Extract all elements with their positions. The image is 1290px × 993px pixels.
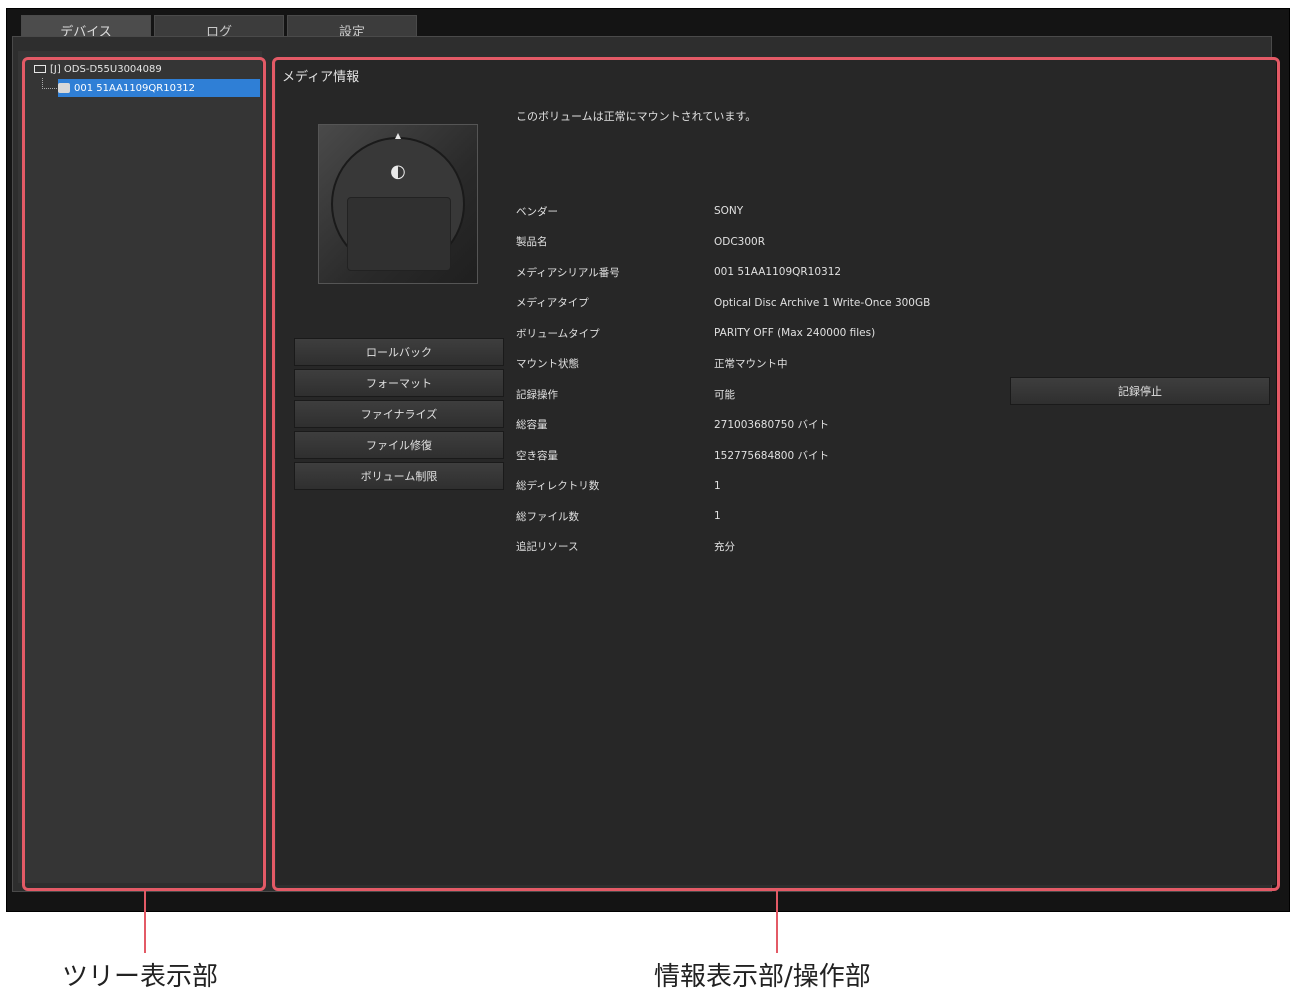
property-row: 製品名 ODC300R [516,227,1194,258]
property-row: メディアタイプ Optical Disc Archive 1 Write-Once… [516,288,1194,319]
property-label: 総ディレクトリ数 [516,480,600,493]
cartridge-window [347,197,451,271]
disc-logo-icon: ◐ [390,161,406,182]
property-value: 正常マウント中 [714,358,788,371]
mount-status-message: このボリュームは正常にマウントされています。 [516,110,757,123]
property-label: 総ファイル数 [516,510,579,523]
section-title: メディア情報 [282,70,360,85]
property-value: 充分 [714,541,735,554]
property-row: 総容量 271003680750 バイト [516,410,1194,441]
finalize-button[interactable]: ファイナライズ [294,400,504,428]
tree-pane [18,51,262,883]
property-value: 271003680750 バイト [714,419,830,432]
property-value: SONY [714,205,744,218]
property-label: メディアシリアル番号 [516,266,620,279]
cartridge-notch-icon [395,133,401,139]
property-row: 空き容量 152775684800 バイト [516,440,1194,471]
property-value: Optical Disc Archive 1 Write-Once 300GB [714,296,931,309]
property-row: 追記リソース 充分 [516,532,1194,563]
file-repair-button[interactable]: ファイル修復 [294,431,504,459]
property-label: マウント状態 [516,358,579,371]
operation-buttons: ロールバック フォーマット ファイナライズ ファイル修復 ボリューム制限 [294,338,504,493]
tree-connector [42,78,59,89]
property-row: 総ディレクトリ数 1 [516,471,1194,502]
disc-icon [58,83,70,93]
media-cartridge-image: ◐ [318,124,478,284]
drive-icon [34,65,46,73]
property-value: 001 51AA1109QR10312 [714,266,842,279]
property-row: ボリュームタイプ PARITY OFF (Max 240000 files) [516,318,1194,349]
tree-node-drive-label: [J] ODS-D55U3004089 [50,63,162,75]
property-label: 追記リソース [516,541,579,554]
tree-callout-line [144,891,146,953]
property-label: 総容量 [516,419,548,432]
tree-node-media-label: 001 51AA1109QR10312 [74,82,196,94]
property-value: ODC300R [714,235,766,248]
property-label: ベンダー [516,205,558,218]
rollback-button[interactable]: ロールバック [294,338,504,366]
property-label: 空き容量 [516,449,558,462]
tree-node-drive[interactable]: [J] ODS-D55U3004089 [34,60,162,78]
property-label: 製品名 [516,236,548,249]
info-callout-line [776,891,778,953]
property-label: メディアタイプ [516,297,589,310]
property-value: 1 [714,510,721,523]
property-row: ベンダー SONY [516,196,1194,227]
tree-area-label: ツリー表示部 [62,962,219,992]
property-label: 記録操作 [516,388,558,401]
property-value: 1 [714,479,721,492]
tree-node-media[interactable]: 001 51AA1109QR10312 [58,79,260,97]
volume-limit-button[interactable]: ボリューム制限 [294,462,504,490]
property-label: ボリュームタイプ [516,327,600,340]
record-stop-button[interactable]: 記録停止 [1010,377,1270,405]
property-row: 総ファイル数 1 [516,501,1194,532]
property-value: 152775684800 バイト [714,449,830,462]
info-area-label: 情報表示部/操作部 [654,962,871,992]
format-button[interactable]: フォーマット [294,369,504,397]
property-value: PARITY OFF (Max 240000 files) [714,327,876,340]
property-row: マウント状態 正常マウント中 [516,349,1194,380]
property-row: メディアシリアル番号 001 51AA1109QR10312 [516,257,1194,288]
